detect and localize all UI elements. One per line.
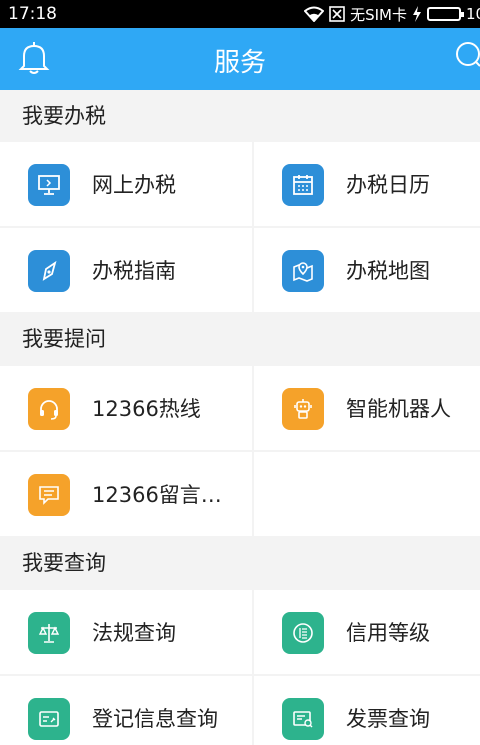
app-header: 服务 (0, 28, 480, 90)
item-label: 发票查询 (346, 707, 430, 731)
item-label: 12366热线 (92, 397, 201, 421)
monitor-icon (28, 164, 70, 206)
battery-text: 100 (466, 5, 480, 23)
battery-icon (427, 7, 464, 21)
item-registration-query[interactable]: 登记信息查询 (0, 676, 252, 745)
item-label: 12366留言… (92, 483, 222, 507)
section-title-query: 我要查询 (0, 537, 480, 589)
item-label: 信用等级 (346, 621, 430, 645)
item-12366-message[interactable]: 12366留言… (0, 452, 252, 536)
item-smart-robot[interactable]: 智能机器人 (254, 366, 480, 450)
item-tax-calendar[interactable]: 办税日历 (254, 142, 480, 226)
section-title-ask: 我要提问 (0, 313, 480, 365)
item-label: 办税指南 (92, 259, 176, 283)
headset-icon (28, 388, 70, 430)
item-credit-level[interactable]: 信用等级 (254, 590, 480, 674)
scale-icon (28, 612, 70, 654)
credit-icon (282, 612, 324, 654)
item-regulation-query[interactable]: 法规查询 (0, 590, 252, 674)
item-12366-hotline[interactable]: 12366热线 (0, 366, 252, 450)
item-label: 办税日历 (346, 173, 430, 197)
compass-icon (28, 250, 70, 292)
item-label: 网上办税 (92, 173, 176, 197)
item-label: 办税地图 (346, 259, 430, 283)
page-title: 服务 (213, 48, 266, 78)
empty-cell (254, 452, 480, 536)
section-title-tax: 我要办税 (0, 90, 480, 142)
status-bar: 17:18 无SIM卡 100 (0, 0, 480, 28)
charging-icon (413, 6, 421, 22)
no-sim-icon (329, 6, 345, 22)
item-label: 智能机器人 (346, 397, 451, 421)
invoice-icon (282, 698, 324, 740)
item-invoice-query[interactable]: 发票查询 (254, 676, 480, 745)
calendar-icon (282, 164, 324, 206)
item-tax-map[interactable]: 办税地图 (254, 228, 480, 312)
wifi-icon (304, 6, 325, 22)
item-tax-guide[interactable]: 办税指南 (0, 228, 252, 312)
status-time: 17:18 (8, 4, 57, 24)
item-online-tax[interactable]: 网上办税 (0, 142, 252, 226)
search-icon[interactable] (454, 41, 480, 75)
card-icon (28, 698, 70, 740)
message-icon (28, 474, 70, 516)
map-icon (282, 250, 324, 292)
item-label: 法规查询 (92, 621, 176, 645)
item-label: 登记信息查询 (92, 707, 218, 731)
sim-status-text: 无SIM卡 (350, 5, 407, 24)
robot-icon (282, 388, 324, 430)
